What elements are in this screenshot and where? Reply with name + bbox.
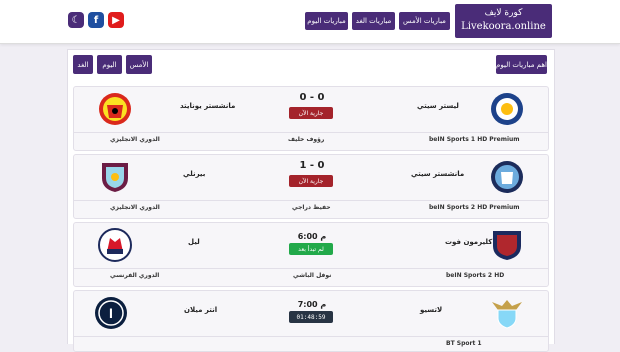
league-name: الدوري الفرنسي bbox=[110, 272, 160, 279]
nav-today-matches[interactable]: مباريات اليوم bbox=[305, 12, 348, 30]
commentator-name: حفيظ دراجي bbox=[292, 204, 331, 211]
top-navbar: ☾ f ▶ مباريات اليوم مباريات الغد مباريات… bbox=[0, 0, 620, 44]
day-tabs: الغد اليوم الأمس اهم مباريات اليوم bbox=[73, 55, 547, 76]
home-team-name: كليرمون فوت bbox=[445, 238, 493, 246]
youtube-icon[interactable]: ▶ bbox=[108, 12, 124, 28]
logo-domain-text: Livekoora.online bbox=[461, 21, 546, 32]
tv-channel: beIN Sports 2 HD bbox=[446, 272, 505, 279]
tv-channel: BT Sport 1 bbox=[446, 340, 482, 347]
manchester-united-crest-icon bbox=[99, 93, 131, 125]
commentator-name: رؤوف خليف bbox=[288, 136, 325, 143]
manchester-city-crest-icon bbox=[491, 161, 523, 193]
away-team-name: بيرنلي bbox=[183, 170, 206, 178]
matches-panel: الغد اليوم الأمس اهم مباريات اليوم مانشس… bbox=[67, 49, 555, 352]
lazio-crest-icon bbox=[492, 300, 522, 329]
card-divider bbox=[74, 336, 548, 337]
match-card[interactable]: بيرنلي 1 - 0 جارية الآن مانشستر سيتي الد… bbox=[73, 154, 549, 219]
dark-mode-toggle-icon[interactable]: ☾ bbox=[68, 12, 84, 28]
card-divider bbox=[74, 268, 548, 269]
countdown-badge: 01:48:59 bbox=[289, 311, 333, 323]
status-badge: لم تبدأ بعد bbox=[289, 243, 333, 255]
away-team-name: مانشستر يونايتد bbox=[180, 102, 236, 110]
commentator-name: نوفل الباشي bbox=[293, 272, 332, 279]
match-card[interactable]: ليل 6:00 م لم تبدأ بعد كليرمون فوت الدور… bbox=[73, 222, 549, 287]
match-card[interactable]: مانشستر يونايتد 0 - 0 جارية الآن ليستر س… bbox=[73, 86, 549, 151]
lille-crest-icon bbox=[98, 228, 132, 262]
card-divider bbox=[74, 132, 548, 133]
status-badge: جارية الآن bbox=[289, 107, 333, 119]
site-logo[interactable]: كورة لايف Livekoora.online bbox=[455, 4, 552, 38]
league-name: الدوري الانجليزي bbox=[110, 136, 160, 143]
home-team-name: لاتسيو bbox=[420, 306, 443, 314]
svg-text:I: I bbox=[109, 305, 113, 321]
burnley-crest-icon bbox=[102, 163, 128, 192]
tab-today[interactable]: اليوم bbox=[97, 55, 122, 74]
tab-tomorrow[interactable]: الغد bbox=[73, 55, 93, 74]
tv-channel: beIN Sports 1 HD Premium bbox=[429, 136, 520, 143]
nav-tomorrow-matches[interactable]: مباريات الغد bbox=[352, 12, 395, 30]
away-team-name: انتر ميلان bbox=[184, 306, 218, 314]
tab-yesterday[interactable]: الأمس bbox=[126, 55, 152, 74]
clermont-foot-crest-icon bbox=[493, 231, 521, 260]
inter-milan-crest-icon: I bbox=[95, 297, 127, 329]
card-divider bbox=[74, 200, 548, 201]
logo-arabic-text: كورة لايف bbox=[484, 8, 523, 18]
nav-yesterday-matches[interactable]: مباريات الأمس bbox=[399, 12, 450, 30]
league-name: الدوري الانجليزي bbox=[110, 204, 160, 211]
away-team-name: ليل bbox=[188, 238, 200, 246]
home-team-name: ليستر سيتي bbox=[417, 102, 459, 110]
tv-channel: beIN Sports 2 HD Premium bbox=[429, 204, 520, 211]
facebook-icon[interactable]: f bbox=[88, 12, 104, 28]
kickoff-time: 7:00 م bbox=[297, 300, 327, 309]
kickoff-time: 6:00 م bbox=[297, 232, 327, 241]
match-score: 0 - 0 bbox=[299, 92, 325, 103]
today-important-matches-label: اهم مباريات اليوم bbox=[496, 55, 547, 74]
leicester-city-crest-icon bbox=[491, 93, 523, 125]
home-team-name: مانشستر سيتي bbox=[411, 170, 465, 178]
status-badge: جارية الآن bbox=[289, 175, 333, 187]
match-score: 1 - 0 bbox=[299, 160, 325, 171]
